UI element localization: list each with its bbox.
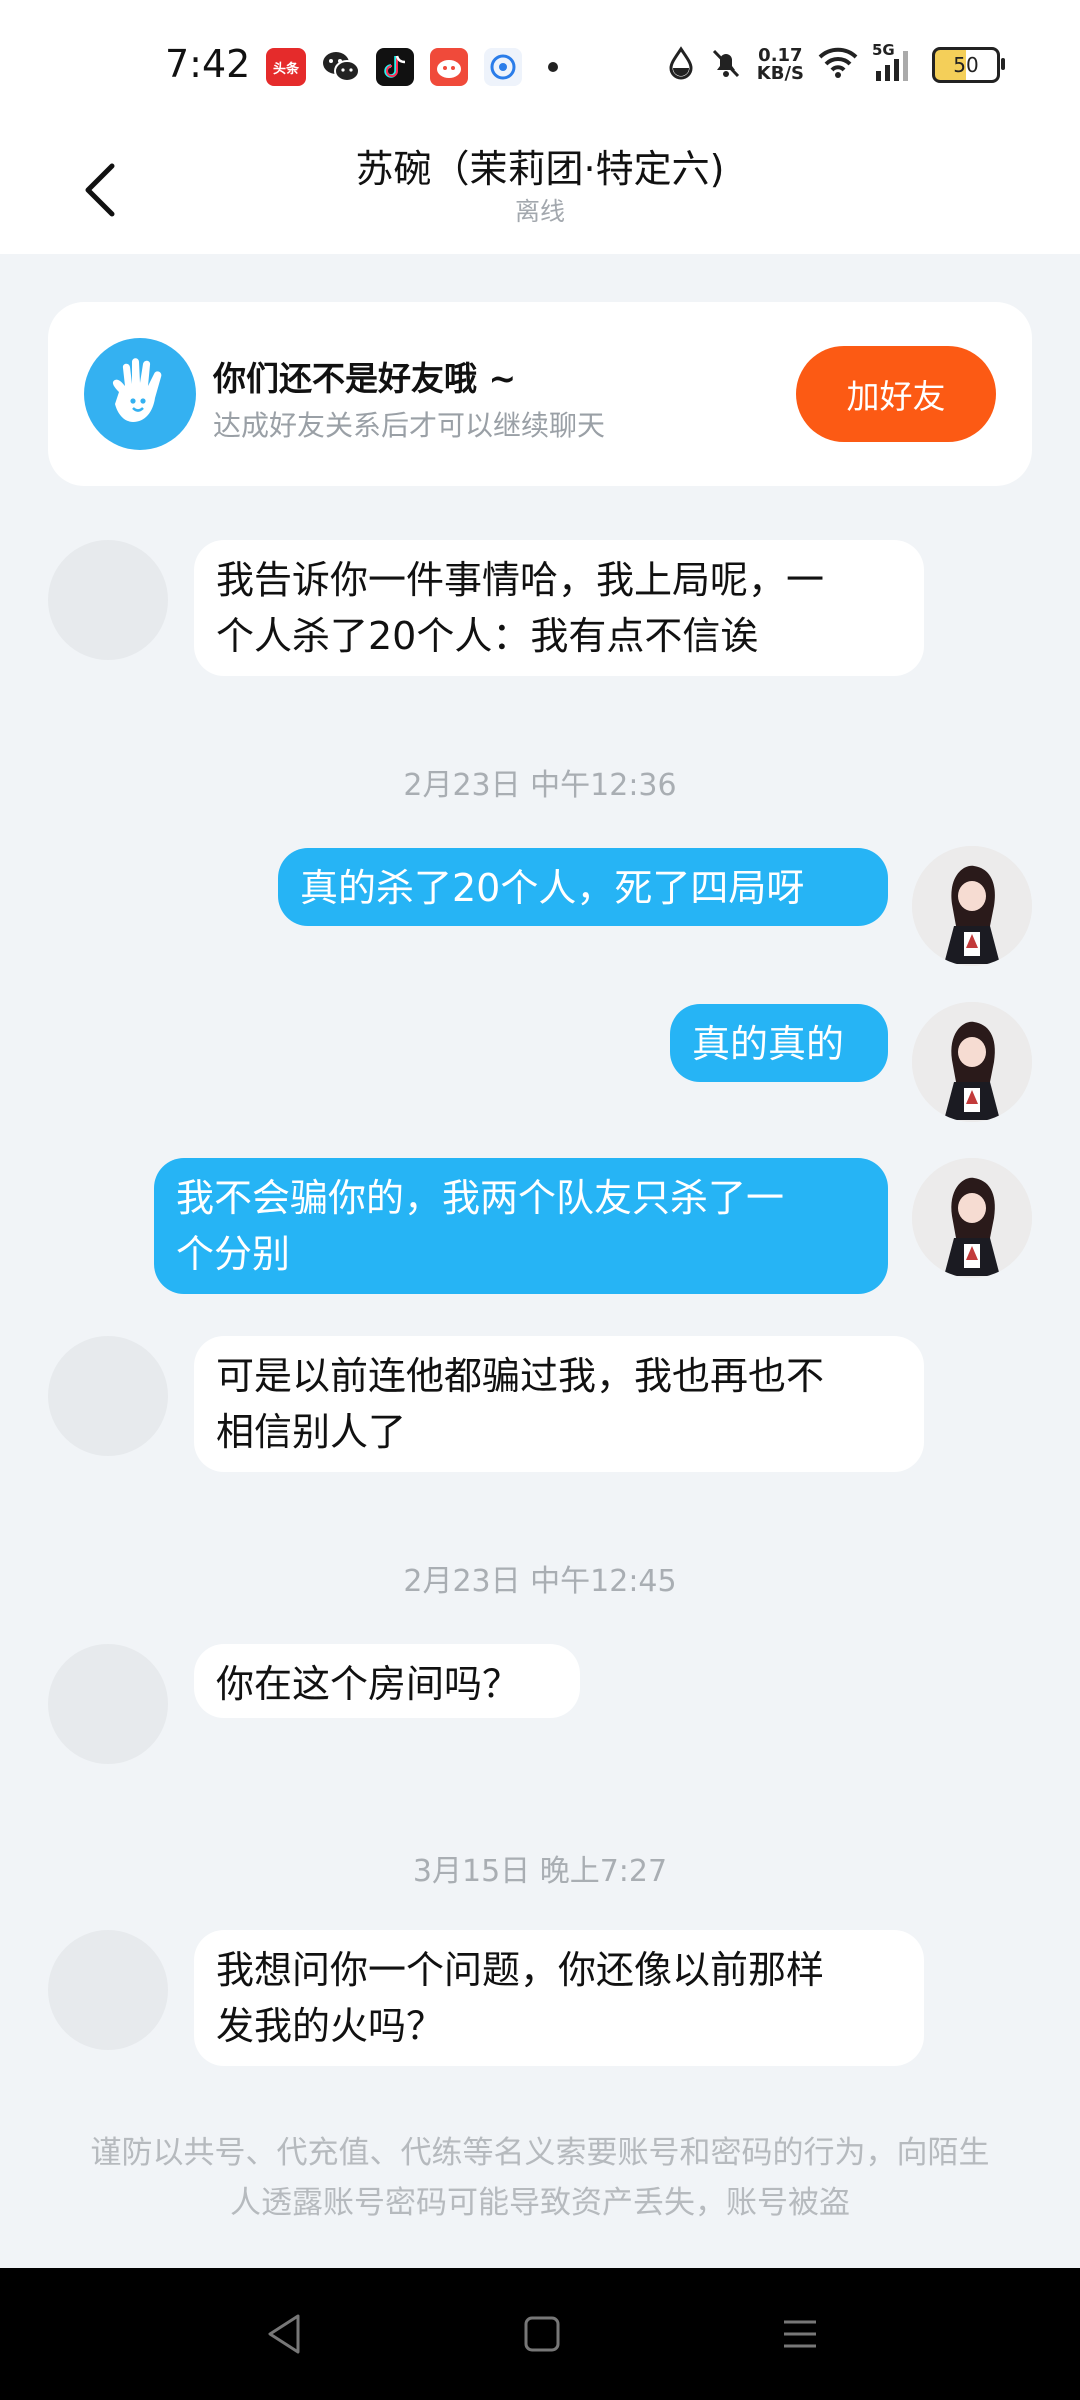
my-avatar[interactable] bbox=[912, 1002, 1032, 1122]
message-bubble-incoming[interactable]: 我想问你一个问题，你还像以前那样 发我的火吗？ bbox=[194, 1930, 924, 2066]
network-speed: 0.17 KB/S bbox=[756, 45, 804, 84]
douyin-icon bbox=[376, 48, 414, 86]
more-notifications-dot bbox=[548, 62, 558, 72]
square-home-icon bbox=[524, 2316, 560, 2352]
wave-hand-icon bbox=[84, 338, 196, 450]
message-timestamp: 2月23日 中午12:45 bbox=[403, 1564, 677, 1599]
notification-icons: 头条 bbox=[266, 48, 522, 86]
nav-home-button[interactable] bbox=[512, 2308, 572, 2360]
contact-avatar[interactable] bbox=[48, 1930, 168, 2050]
nav-back-button[interactable] bbox=[254, 2308, 314, 2360]
message-text-line: 相信别人了 bbox=[216, 1410, 407, 1454]
battery-indicator: 50 bbox=[932, 47, 1005, 83]
message-text-line: 我想问你一个问题，你还像以前那样 bbox=[216, 1948, 825, 1992]
anime-girl-avatar-icon bbox=[912, 1158, 1032, 1278]
status-time: 7:42 bbox=[165, 42, 251, 86]
cellular-signal-icon: 5G bbox=[872, 41, 918, 83]
add-friend-button[interactable]: 加好友 bbox=[796, 346, 996, 442]
security-notice: 谨防以共号、代充值、代练等名义索要账号和密码的行为，向陌生人透露账号密码可能导致… bbox=[90, 2135, 990, 2221]
message-bubble-incoming[interactable]: 可是以前连他都骗过我，我也再也不 相信别人了 bbox=[194, 1336, 924, 1472]
anime-girl-avatar-icon bbox=[912, 1002, 1032, 1122]
message-bubble-outgoing[interactable]: 真的真的 bbox=[670, 1004, 888, 1082]
contact-avatar[interactable] bbox=[48, 1336, 168, 1456]
menu-lines-icon bbox=[784, 2320, 816, 2348]
online-status: 离线 bbox=[514, 197, 565, 226]
water-drop-icon bbox=[667, 46, 695, 84]
message-text-line: 我不会骗你的，我两个队友只杀了一 bbox=[176, 1176, 785, 1220]
mute-bell-icon bbox=[709, 46, 743, 84]
contact-avatar[interactable] bbox=[48, 540, 168, 660]
nav-menu-button[interactable] bbox=[770, 2308, 830, 2360]
red-app-icon bbox=[430, 48, 468, 86]
not-friends-subtitle: 达成好友关系后才可以继续聊天 bbox=[213, 409, 606, 442]
not-friends-title: 你们还不是好友哦 ~ bbox=[213, 359, 517, 398]
message-bubble-outgoing[interactable]: 我不会骗你的，我两个队友只杀了一 个分别 bbox=[154, 1158, 888, 1294]
message-text-line: 可是以前连他都骗过我，我也再也不 bbox=[216, 1354, 825, 1398]
triangle-back-icon bbox=[268, 2314, 300, 2354]
message-timestamp: 3月15日 晚上7:27 bbox=[412, 1854, 668, 1889]
toutiao-icon: 头条 bbox=[266, 48, 306, 86]
contact-avatar[interactable] bbox=[48, 1644, 168, 1764]
message-timestamp: 2月23日 中午12:36 bbox=[403, 768, 677, 803]
page-title: 苏碗（茉莉团·特定六) bbox=[355, 147, 725, 191]
anime-girl-avatar-icon bbox=[912, 846, 1032, 966]
message-text-line: 个分别 bbox=[176, 1232, 291, 1276]
chat-header: 苏碗（茉莉团·特定六) 离线 bbox=[0, 130, 1080, 254]
message-bubble-outgoing[interactable]: 真的杀了20个人，死了四局呀 bbox=[278, 848, 888, 926]
system-status: 0.17 KB/S 5G 50 bbox=[667, 41, 1005, 84]
status-bar: 7:42 头条 0.17 KB/S 5G 50 bbox=[0, 0, 1080, 130]
message-bubble-incoming[interactable]: 你在这个房间吗？ bbox=[194, 1644, 580, 1718]
message-bubble-incoming[interactable]: 我告诉你一件事情哈，我上局呢，一 个人杀了20个人：我有点不信诶 bbox=[194, 540, 924, 676]
my-avatar[interactable] bbox=[912, 846, 1032, 966]
message-text-line: 个人杀了20个人：我有点不信诶 bbox=[216, 614, 759, 658]
not-friends-card: 你们还不是好友哦 ~ 达成好友关系后才可以继续聊天 加好友 bbox=[48, 302, 1032, 486]
system-navigation-bar bbox=[0, 2268, 1080, 2400]
qq-browser-icon bbox=[484, 48, 522, 86]
message-text-line: 我告诉你一件事情哈，我上局呢，一 bbox=[216, 558, 825, 602]
wechat-icon bbox=[322, 48, 360, 86]
message-text-line: 发我的火吗？ bbox=[216, 2004, 445, 2048]
wifi-icon bbox=[818, 47, 858, 83]
my-avatar[interactable] bbox=[912, 1158, 1032, 1278]
